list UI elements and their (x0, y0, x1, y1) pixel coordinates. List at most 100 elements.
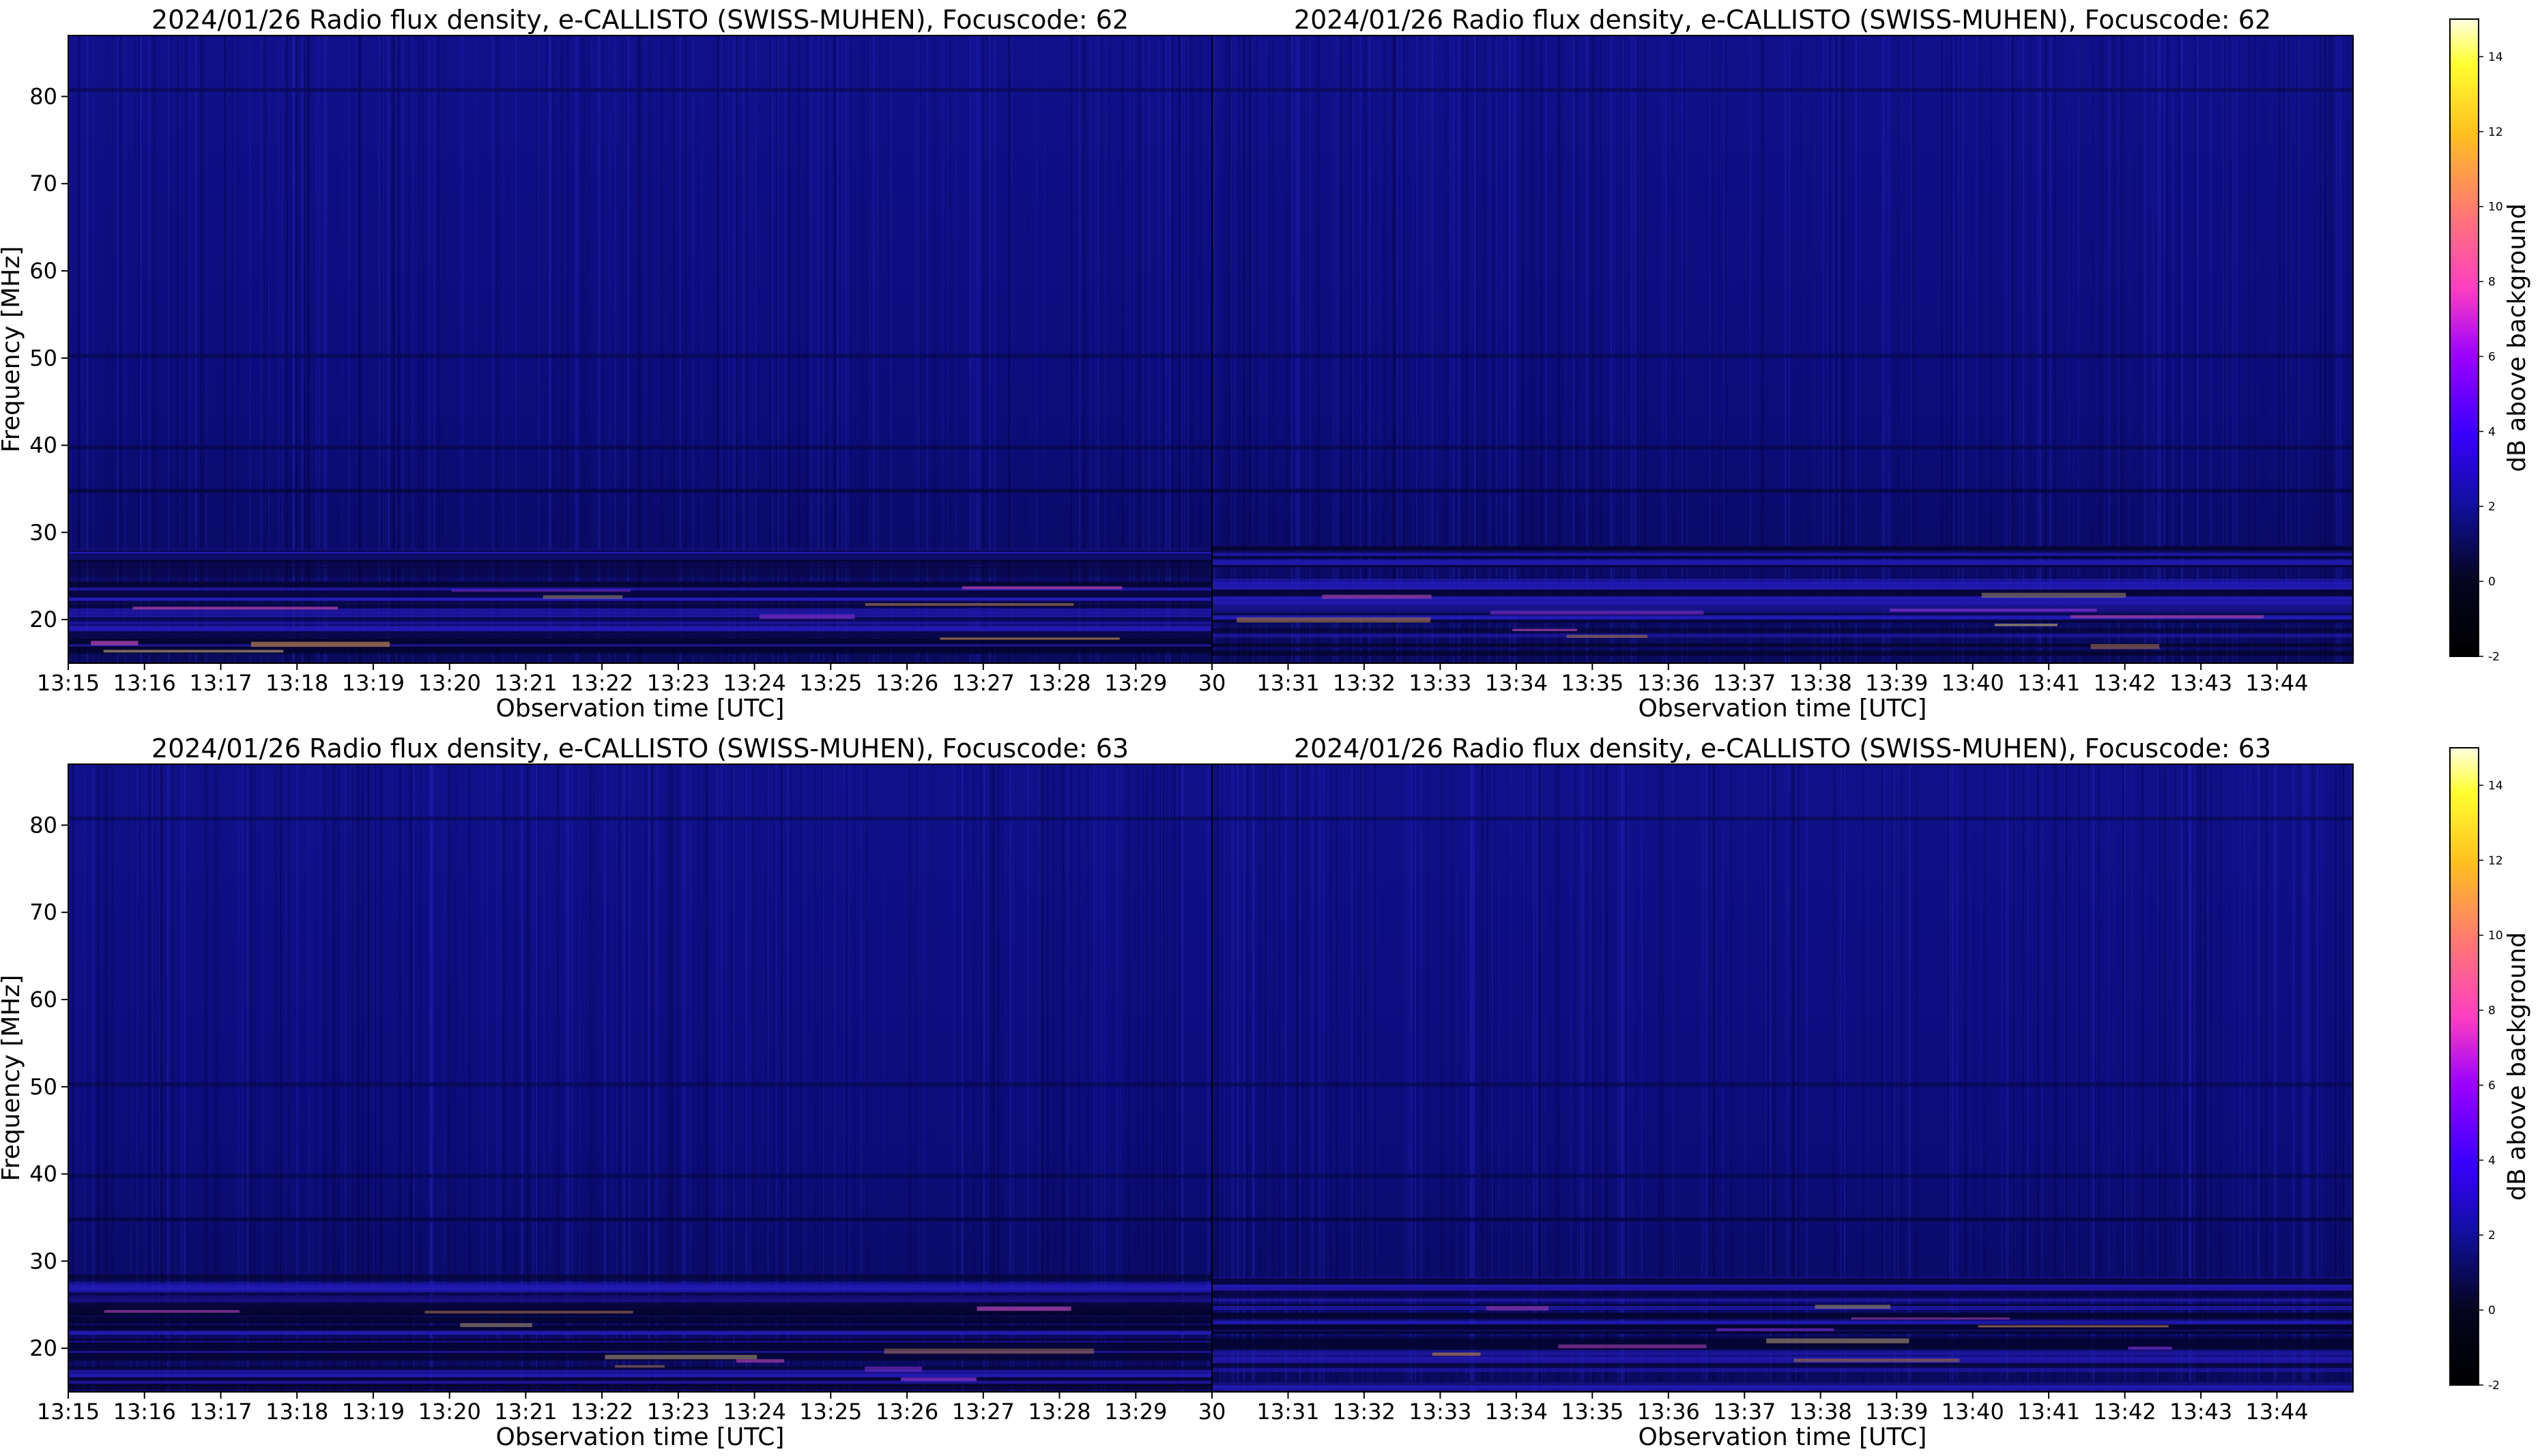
y-tick-label: 60 (29, 987, 57, 1013)
y-tick-label: 70 (29, 899, 57, 925)
spectrogram-panel-1: 2024/01/26 Radio flux density, e-CALLIST… (0, 5, 1213, 723)
x-tick-label: 13:37 (1713, 670, 1776, 696)
x-tick-label: 13:36 (1637, 1399, 1700, 1425)
x-axis-label: Observation time [UTC] (496, 1423, 785, 1451)
x-tick-label: 13:24 (723, 670, 785, 696)
x-tick-label: 13:35 (1561, 1399, 1623, 1425)
colorbar-tick-label: 8 (2488, 276, 2496, 289)
x-tick-label: 13:15 (37, 1399, 100, 1425)
x-tick-label: 13:44 (2245, 1399, 2308, 1425)
x-tick-label: 13:33 (1409, 1399, 1471, 1425)
colorbar: -2 0 2 4 6 8 10 12 14 dB above background (2449, 18, 2531, 664)
colorbar-tick-label: -2 (2488, 650, 2500, 664)
x-axis-label: Observation time [UTC] (1639, 1423, 1927, 1451)
colorbar: -2 0 2 4 6 8 10 12 14 dB above background (2449, 747, 2531, 1393)
colorbar-tick-label: -2 (2488, 1379, 2500, 1393)
colorbar-tick-label: 14 (2488, 779, 2503, 793)
x-tick-label: 13:17 (189, 670, 252, 696)
y-tick-label: 80 (29, 83, 57, 109)
x-tick-label: 13:20 (418, 670, 481, 696)
x-tick-label: 13:18 (265, 670, 328, 696)
x-tick-label: 13:22 (571, 670, 633, 696)
x-tick-label: 13:27 (952, 1399, 1015, 1425)
x-tick-label: 30 (1198, 1399, 1226, 1425)
colorbar-tick-label: 12 (2488, 854, 2503, 868)
colorbar-tick-label: 10 (2488, 929, 2503, 943)
y-axis-label: Frequency [MHz] (0, 975, 25, 1182)
chart-title: 2024/01/26 Radio flux density, e-CALLIST… (151, 5, 1129, 35)
x-tick-label: 13:28 (1028, 670, 1091, 696)
x-tick-label: 13:26 (876, 1399, 938, 1425)
x-tick-label: 13:28 (1028, 1399, 1091, 1425)
y-tick-label: 60 (29, 258, 57, 284)
spectrogram-panel-3: 2024/01/26 Radio flux density, e-CALLIST… (0, 733, 1213, 1451)
x-tick-label: 13:41 (2017, 1399, 2080, 1425)
x-tick-label: 13:38 (1789, 1399, 1852, 1425)
spectrogram-panel-4: 2024/01/26 Radio flux density, e-CALLIST… (1198, 733, 2354, 1451)
x-tick-label: 13:43 (2169, 1399, 2232, 1425)
spectrogram-figure: 2024/01/26 Radio flux density, e-CALLIST… (0, 5, 2531, 1451)
x-tick-label: 13:19 (342, 1399, 405, 1425)
colorbar-tick-label: 4 (2488, 1154, 2496, 1167)
x-tick-label: 13:25 (799, 1399, 862, 1425)
colorbar-tick-label: 0 (2488, 1304, 2496, 1317)
colorbar-tick-label: 10 (2488, 201, 2503, 214)
x-tick-label: 13:23 (647, 670, 710, 696)
colorbar-gradient (2449, 18, 2479, 657)
x-tick-label: 13:42 (2093, 1399, 2156, 1425)
x-tick-label: 13:39 (1865, 670, 1928, 696)
x-tick-label: 30 (1198, 670, 1226, 696)
y-tick-label: 30 (29, 519, 57, 545)
x-tick-label: 13:35 (1561, 670, 1623, 696)
x-tick-label: 13:21 (494, 1399, 557, 1425)
x-tick-label: 13:22 (571, 1399, 633, 1425)
x-tick-label: 13:18 (265, 1399, 328, 1425)
x-tick-label: 13:16 (113, 670, 176, 696)
y-tick-label: 70 (29, 171, 57, 196)
x-tick-label: 13:37 (1713, 1399, 1776, 1425)
colorbar-tick-label: 4 (2488, 425, 2496, 439)
chart-title: 2024/01/26 Radio flux density, e-CALLIST… (1294, 733, 2271, 763)
x-tick-label: 13:20 (418, 1399, 481, 1425)
y-tick-label: 30 (29, 1248, 57, 1274)
x-tick-label: 13:15 (37, 670, 100, 696)
x-tick-label: 13:41 (2017, 670, 2080, 696)
colorbar-tick-label: 8 (2488, 1004, 2496, 1018)
x-tick-label: 13:29 (1104, 1399, 1167, 1425)
colorbar-label: dB above background (2503, 932, 2531, 1201)
x-tick-label: 13:16 (113, 1399, 176, 1425)
x-tick-label: 13:17 (189, 1399, 252, 1425)
x-tick-label: 13:25 (799, 670, 862, 696)
colorbar-tick-label: 6 (2488, 1079, 2496, 1093)
x-tick-label: 13:42 (2093, 670, 2156, 696)
y-tick-label: 40 (29, 1161, 57, 1187)
x-axis-label: Observation time [UTC] (496, 695, 785, 723)
y-tick-label: 20 (29, 1335, 57, 1361)
x-tick-label: 13:44 (2245, 670, 2308, 696)
x-tick-label: 13:40 (1942, 670, 2004, 696)
y-tick-label: 50 (29, 1074, 57, 1100)
colorbar-tick-label: 12 (2488, 126, 2503, 139)
x-tick-label: 13:36 (1637, 670, 1700, 696)
y-axis-label: Frequency [MHz] (0, 246, 25, 453)
colorbar-tick-label: 2 (2488, 500, 2496, 514)
spectrogram-panel-2: 2024/01/26 Radio flux density, e-CALLIST… (1198, 5, 2354, 723)
x-tick-label: 13:43 (2169, 670, 2232, 696)
y-tick-label: 40 (29, 433, 57, 458)
y-tick-label: 50 (29, 345, 57, 371)
colorbar-gradient (2449, 747, 2479, 1386)
x-tick-label: 13:39 (1865, 1399, 1928, 1425)
x-tick-label: 13:31 (1256, 670, 1319, 696)
colorbar-tick-label: 2 (2488, 1229, 2496, 1242)
colorbar-label: dB above background (2503, 203, 2531, 472)
x-tick-label: 13:31 (1256, 1399, 1319, 1425)
x-tick-label: 13:29 (1104, 670, 1167, 696)
x-tick-label: 13:34 (1485, 1399, 1548, 1425)
y-tick-label: 80 (29, 812, 57, 838)
colorbar-tick-label: 6 (2488, 351, 2496, 364)
y-tick-label: 20 (29, 607, 57, 632)
x-tick-label: 13:34 (1485, 670, 1548, 696)
x-tick-label: 13:21 (494, 670, 557, 696)
x-tick-label: 13:32 (1333, 670, 1396, 696)
chart-title: 2024/01/26 Radio flux density, e-CALLIST… (151, 733, 1129, 763)
